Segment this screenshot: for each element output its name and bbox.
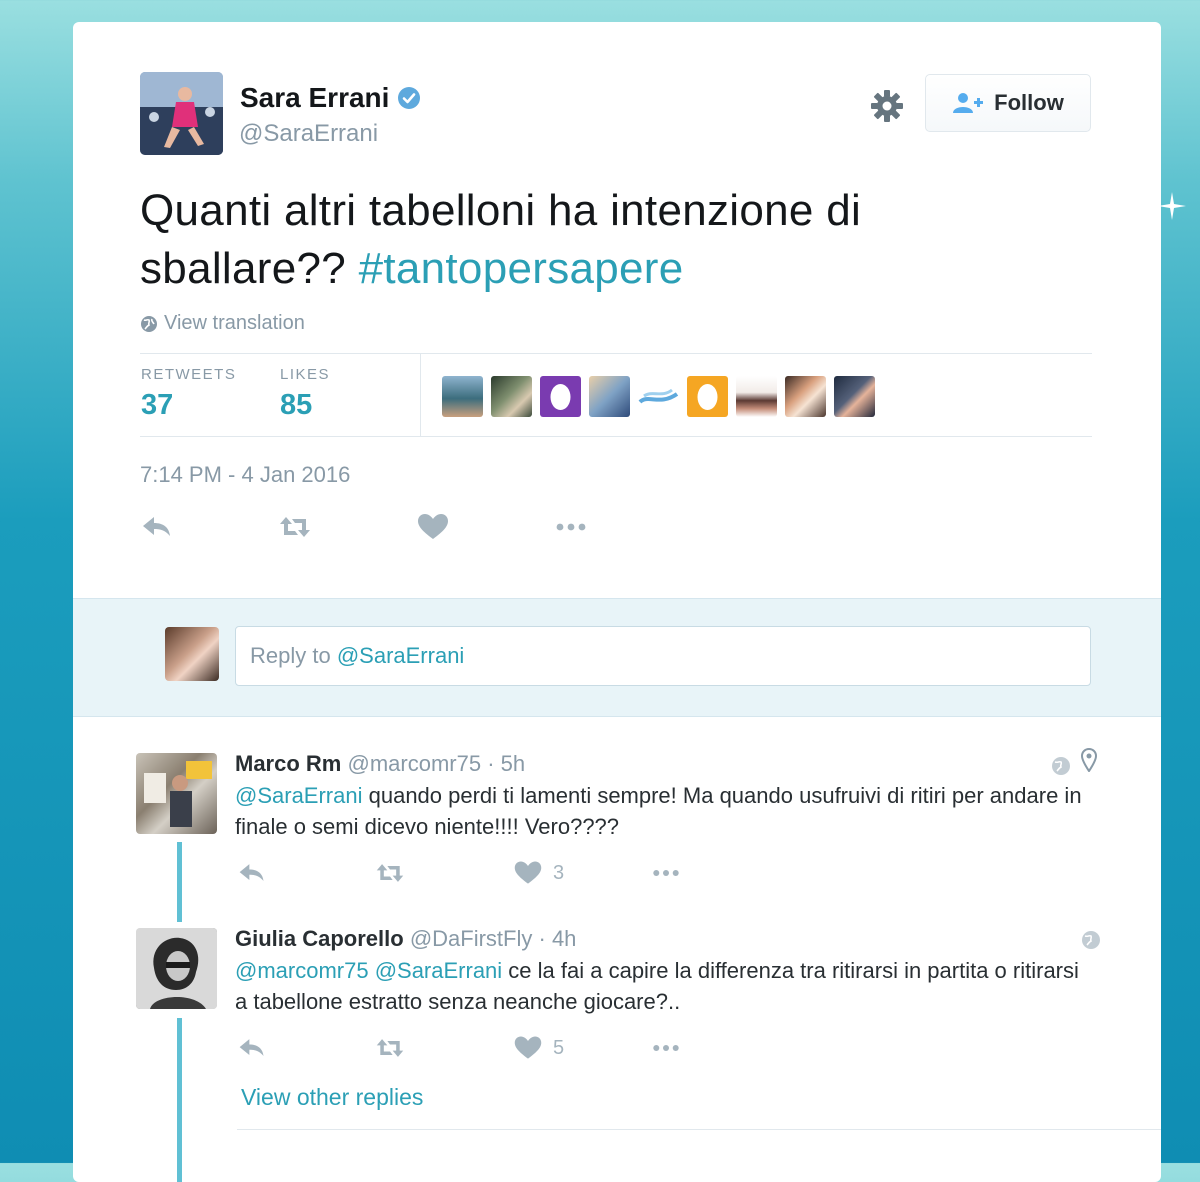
current-user-avatar[interactable] [165,627,219,681]
reply-author-handle[interactable]: @marcomr75 [347,751,481,776]
reply-icon [239,864,264,881]
liker-avatar[interactable] [442,376,483,417]
retweet-icon [376,864,404,882]
view-translation-link[interactable]: View translation [140,312,305,335]
reply-body: quando perdi ti lamenti sempre! Ma quand… [235,783,1082,839]
heart-icon [514,861,542,884]
likes-stat[interactable]: LIKES 85 [280,366,330,422]
author-name[interactable]: Sara Errani [240,82,389,114]
more-dots-icon [556,523,586,531]
reply-prefix: Reply to [250,643,337,668]
liker-avatar[interactable] [736,376,777,417]
heart-icon [418,514,448,539]
reply-author-avatar[interactable] [136,928,217,1009]
reply-text: @marcomr75 @SaraErrani ce la fai a capir… [235,955,1095,1017]
reply-button[interactable] [140,512,278,542]
likes-count: 85 [280,389,313,421]
sparkle-icon [1158,192,1186,220]
thread-line [177,842,182,922]
more-button[interactable] [651,860,789,886]
reply-mention: @SaraErrani [336,643,465,668]
liker-avatar[interactable] [687,376,728,417]
retweet-icon [280,517,310,537]
add-user-icon [953,93,984,113]
verified-badge-icon [398,87,421,109]
globe-icon [1052,757,1070,775]
reply-mentions[interactable]: @SaraErrani [235,783,363,808]
more-dots-icon [653,870,679,876]
tweet-actions [140,512,692,542]
author-name-row[interactable]: Sara Errani [240,82,421,114]
reply-author-name[interactable]: Giulia Caporello [235,926,404,951]
reply-button[interactable] [237,860,375,886]
reply-actions: 5 [237,1035,789,1061]
location-pin-icon[interactable] [1081,748,1097,772]
divider [237,1129,1161,1130]
globe-icon [141,315,157,332]
reply-composer: Reply to @SaraErrani [73,598,1161,717]
more-button[interactable] [554,512,692,542]
liker-avatar[interactable] [540,376,581,417]
retweet-icon [376,1039,404,1057]
retweet-button[interactable] [375,860,513,886]
liker-avatar[interactable] [638,376,679,417]
likers-avatars [442,376,875,417]
gear-icon[interactable] [870,89,904,123]
heart-icon [514,1036,542,1059]
globe-icon [1082,931,1100,949]
like-count: 3 [553,861,565,884]
reply-icon [143,517,170,536]
hashtag-link[interactable]: #tantopersapere [359,244,684,293]
reply-actions: 3 [237,860,789,886]
reply-icon [239,1039,264,1056]
author-avatar[interactable] [140,72,223,155]
reply-text: @SaraErrani quando perdi ti lamenti semp… [235,780,1095,842]
reply-header: Giulia Caporello @DaFirstFly · 4h [235,926,576,952]
stats-divider [420,354,421,436]
follow-label: Follow [994,90,1064,115]
likes-label: LIKES [280,366,331,383]
like-count: 5 [553,1036,565,1059]
more-button[interactable] [651,1035,789,1061]
tweet-stats: RETWEETS 37 LIKES 85 [140,353,1092,437]
reply-button[interactable] [237,1035,375,1061]
more-dots-icon [653,1045,679,1051]
like-button[interactable] [416,512,554,542]
liker-avatar[interactable] [834,376,875,417]
view-other-replies-link[interactable]: View other replies [241,1084,423,1111]
follow-button[interactable]: Follow [925,74,1091,132]
liker-avatar[interactable] [491,376,532,417]
retweet-button[interactable] [278,512,416,542]
reply-author-handle[interactable]: @DaFirstFly [410,926,533,951]
tweet-text: Quanti altri tabelloni ha intenzione di … [140,182,1020,298]
like-button[interactable]: 3 [513,860,651,886]
view-translation-label: View translation [164,312,305,334]
retweet-button[interactable] [375,1035,513,1061]
liker-avatar[interactable] [589,376,630,417]
retweets-label: RETWEETS [141,366,237,383]
tweet-card: Sara Errani @SaraErrani Follow Quanti al… [73,22,1161,1182]
retweets-count: 37 [141,389,174,421]
reply-input[interactable]: Reply to @SaraErrani [235,626,1091,686]
retweets-stat[interactable]: RETWEETS 37 [141,366,236,422]
reply-time[interactable]: · 4h [539,926,577,951]
thread-line [177,1018,182,1182]
tweet-timestamp[interactable]: 7:14 PM - 4 Jan 2016 [140,462,350,488]
reply-author-name[interactable]: Marco Rm [235,751,341,776]
reply-header: Marco Rm @marcomr75 · 5h [235,751,525,777]
reply-author-avatar[interactable] [136,753,217,834]
like-button[interactable]: 5 [513,1035,651,1061]
liker-avatar[interactable] [785,376,826,417]
reply-time[interactable]: · 5h [487,751,525,776]
reply-mentions[interactable]: @marcomr75 @SaraErrani [235,958,502,983]
author-handle[interactable]: @SaraErrani [239,120,378,148]
